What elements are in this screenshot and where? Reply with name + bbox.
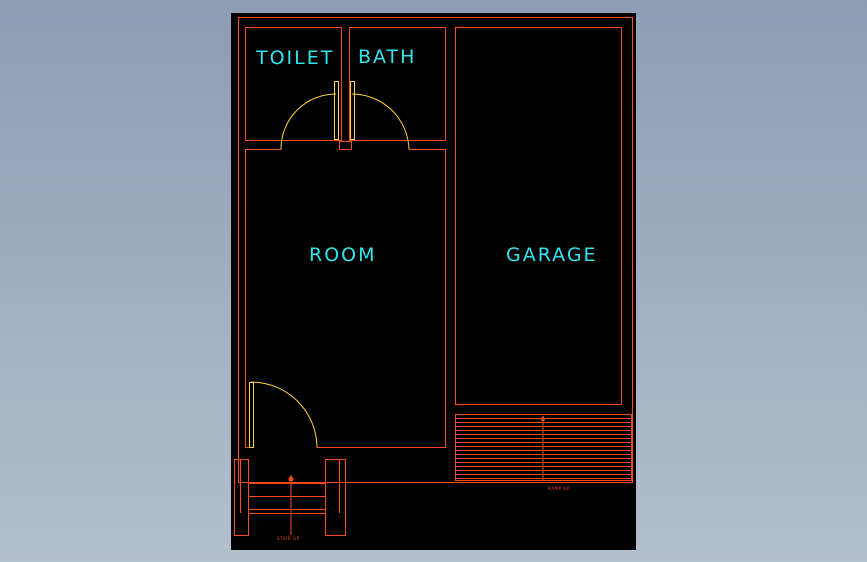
toilet-door-leaf: [334, 81, 339, 140]
room-wall: [245, 149, 446, 448]
toilet-label: TOILET: [255, 47, 334, 69]
ramp-arrow-head: [540, 416, 546, 422]
stair-arrow-head: [288, 476, 294, 482]
stair-up-label: STAIR UP: [277, 536, 300, 541]
stair: [234, 459, 346, 536]
entry-door-swing: [250, 381, 318, 448]
room-label: ROOM: [309, 244, 377, 266]
bath-door-leaf: [350, 81, 355, 140]
partition-wall: [339, 141, 352, 150]
stair-left-stringer: [234, 459, 249, 536]
toilet-door-swing: [280, 93, 337, 150]
bath-door-swing: [351, 93, 410, 150]
stair-right-stringer: [325, 459, 346, 536]
entry-door-leaf: [249, 382, 254, 448]
drawing-viewport[interactable]: TOILET BATH ROOM GARAGE STAIR UP RAMP UP: [231, 13, 636, 550]
bath-label: BATH: [358, 46, 416, 68]
floor-plan: TOILET BATH ROOM GARAGE STAIR UP RAMP UP: [234, 17, 633, 541]
ramp-up-label: RAMP UP: [548, 486, 570, 491]
ramp: [455, 414, 632, 481]
toilet-wall: [245, 27, 342, 141]
bath-wall: [349, 27, 446, 141]
garage-wall: [455, 27, 622, 405]
garage-label: GARAGE: [506, 244, 598, 266]
labels: TOILET BATH ROOM GARAGE: [255, 46, 598, 266]
